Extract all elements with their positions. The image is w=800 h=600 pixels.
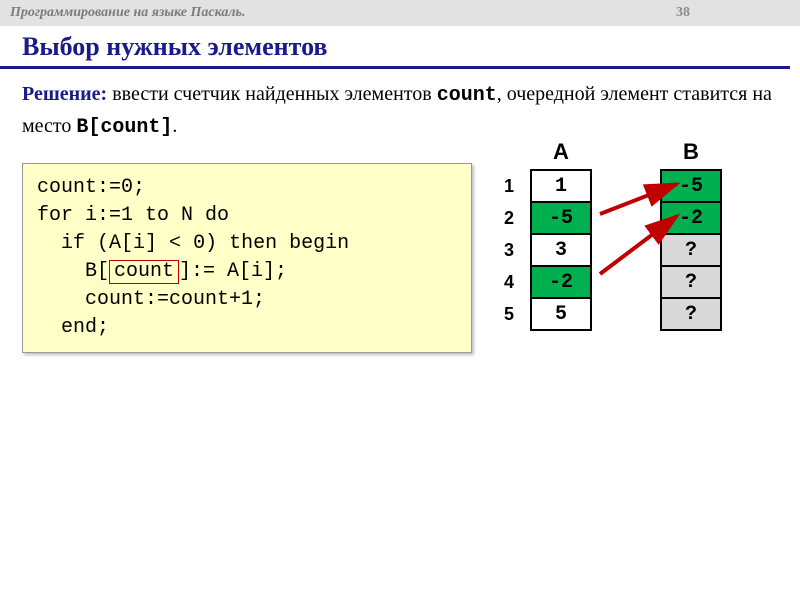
page-number: 38 xyxy=(676,5,690,21)
solution-text: Решение: ввести счетчик найденных элемен… xyxy=(22,79,778,143)
cell-a: 5 xyxy=(530,297,592,331)
cell-b: ? xyxy=(660,265,722,299)
content: Решение: ввести счетчик найденных элемен… xyxy=(0,69,800,363)
header-bar: Программирование на языке Паскаль. 38 xyxy=(0,0,800,26)
page-title: Выбор нужных элементов xyxy=(0,26,790,69)
cell-b: ? xyxy=(660,297,722,331)
solution-label: Решение: xyxy=(22,83,107,105)
index-column: . 12345 xyxy=(492,139,516,329)
header-title: Программирование на языке Паскаль. xyxy=(10,5,245,21)
cell-b: -2 xyxy=(660,201,722,235)
column-b: B -5-2??? xyxy=(660,139,722,329)
cell-a: 3 xyxy=(530,233,592,267)
cell-a: -2 xyxy=(530,265,592,299)
row-index: 1 xyxy=(492,169,516,203)
row-index: 4 xyxy=(492,265,516,299)
cell-a: 1 xyxy=(530,169,592,203)
row-index: 3 xyxy=(492,233,516,267)
label-a: A xyxy=(553,139,569,165)
label-b: B xyxy=(683,139,699,165)
cell-b: ? xyxy=(660,233,722,267)
row-index: 5 xyxy=(492,297,516,331)
count-highlight: count xyxy=(109,260,179,284)
column-a: A 1-53-25 xyxy=(530,139,592,329)
code-box: count:=0; for i:=1 to N do if (A[i] < 0)… xyxy=(22,163,472,353)
cell-b: -5 xyxy=(660,169,722,203)
lower-area: count:=0; for i:=1 to N do if (A[i] < 0)… xyxy=(22,163,778,353)
tables-area: . 12345 A 1-53-25 B -5-2??? xyxy=(492,139,722,329)
cell-a: -5 xyxy=(530,201,592,235)
row-index: 2 xyxy=(492,201,516,235)
